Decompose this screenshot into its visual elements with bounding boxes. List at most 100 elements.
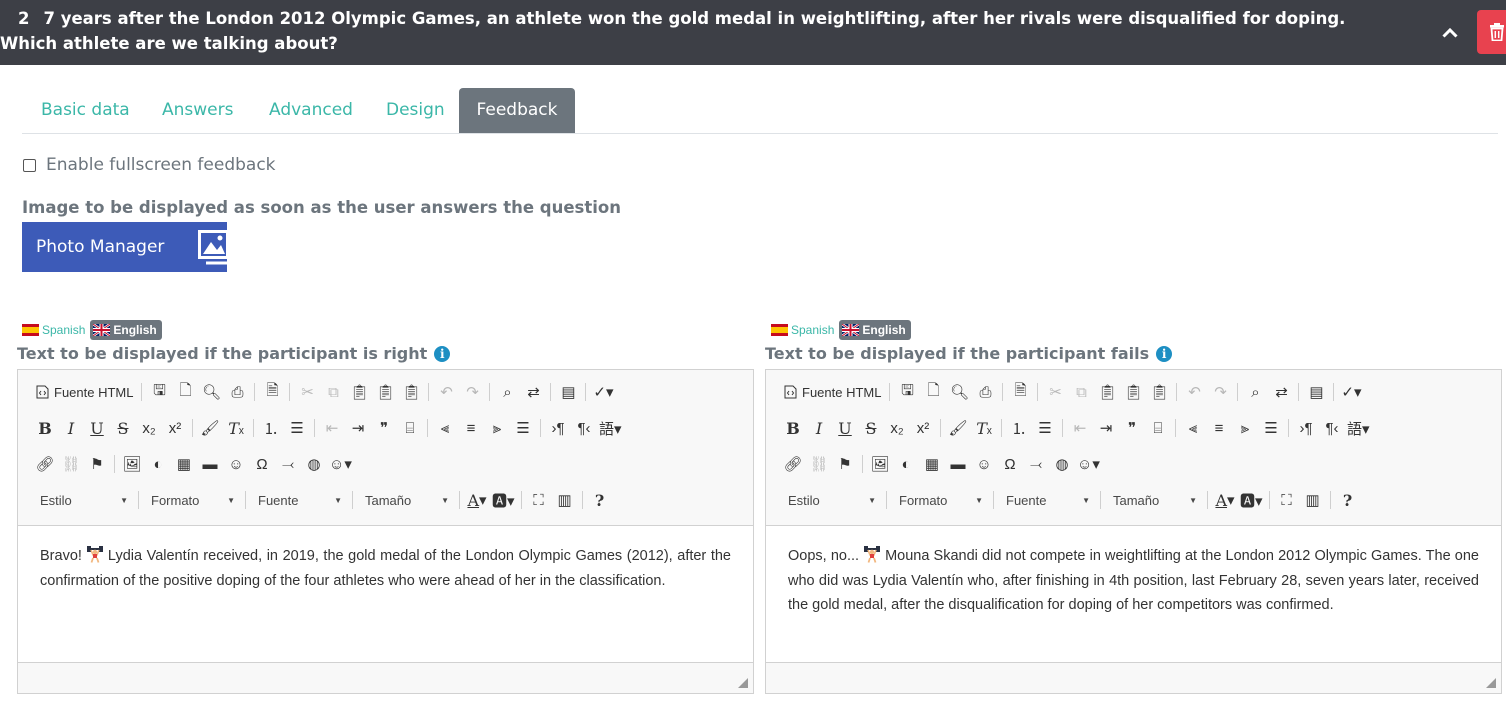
cut-icon[interactable]: ✂ [294,379,320,405]
delete-button[interactable] [1477,10,1506,54]
image-icon[interactable]: 🖼︎ [867,451,893,477]
bulleted-list-icon[interactable]: ☰ [1032,415,1058,441]
lang-english-right[interactable]: English [90,320,162,340]
print-icon[interactable]: ⎙ [972,379,998,405]
photo-manager-button[interactable]: Photo Manager [22,222,233,272]
save-icon[interactable]: 🖫 [146,379,172,405]
info-icon[interactable]: i [434,345,451,362]
flash-icon[interactable]: ◐ [145,451,171,477]
source-html-button[interactable]: Fuente HTML [32,379,137,405]
maximize-icon[interactable]: ⛶ [526,487,552,513]
subscript-icon[interactable]: x₂ [136,415,162,441]
find-icon[interactable]: ⌕ [494,379,520,405]
text-color-icon[interactable]: A ▾ [464,487,490,513]
numbered-list-icon[interactable]: ⒈ [258,415,284,441]
subscript-icon[interactable]: x₂ [884,415,910,441]
templates-icon[interactable]: 🗎 [259,379,285,405]
new-page-icon[interactable]: 🗋 [172,379,198,405]
tab-basic-data[interactable]: Basic data [41,88,130,133]
select-all-icon[interactable]: ▤ [1303,379,1329,405]
anchor-flag-icon[interactable]: ⚑ [832,451,858,477]
paste-icon[interactable]: 📋︎ [346,379,372,405]
outdent-icon[interactable]: ⇤ [1067,415,1093,441]
show-blocks-icon[interactable]: ▥ [1300,487,1326,513]
justify-icon[interactable]: ☰ [510,415,536,441]
indent-icon[interactable]: ⇥ [345,415,371,441]
style-select[interactable]: Estilo ▼ [780,487,882,513]
rtl-icon[interactable]: ¶‹ [1319,415,1345,441]
link-icon[interactable]: 🔗︎ [32,451,58,477]
font-select[interactable]: Fuente ▼ [250,487,348,513]
align-right-icon[interactable]: ⫸ [1232,415,1258,441]
maximize-icon[interactable]: ⛶ [1274,487,1300,513]
collapse-button[interactable] [1432,20,1468,46]
italic-icon[interactable]: I [806,415,832,441]
redo-icon[interactable]: ↷ [459,379,485,405]
horizontal-line-icon[interactable]: ▬ [945,451,971,477]
format-select[interactable]: Formato ▼ [891,487,989,513]
bold-icon[interactable]: B [32,415,58,441]
editor-content[interactable]: Bravo! Lydia Valentín received, in 2019, … [40,544,731,593]
image-icon[interactable]: 🖼︎ [119,451,145,477]
align-left-icon[interactable]: ⫷ [1180,415,1206,441]
table-icon[interactable]: ▦ [171,451,197,477]
background-color-icon[interactable]: 🅰︎▾ [1238,487,1265,513]
indent-icon[interactable]: ⇥ [1093,415,1119,441]
tab-design[interactable]: Design [386,88,445,133]
size-select[interactable]: Tamaño ▼ [357,487,455,513]
select-all-icon[interactable]: ▤ [555,379,581,405]
print-icon[interactable]: ⎙ [224,379,250,405]
cut-icon[interactable]: ✂ [1042,379,1068,405]
replace-icon[interactable]: ⇄ [1268,379,1294,405]
size-select[interactable]: Tamaño ▼ [1105,487,1203,513]
ltr-icon[interactable]: ›¶ [1293,415,1319,441]
text-color-icon[interactable]: A ▾ [1212,487,1238,513]
justify-icon[interactable]: ☰ [1258,415,1284,441]
font-select[interactable]: Fuente ▼ [998,487,1096,513]
strikethrough-icon[interactable]: S [110,415,136,441]
iframe-globe-icon[interactable]: ◍ [301,451,327,477]
replace-icon[interactable]: ⇄ [520,379,546,405]
undo-icon[interactable]: ↶ [1181,379,1207,405]
tab-answers[interactable]: Answers [162,88,233,133]
unlink-icon[interactable]: ⛓ [58,451,84,477]
redo-icon[interactable]: ↷ [1207,379,1233,405]
help-button[interactable]: ? [1335,487,1361,513]
align-left-icon[interactable]: ⫷ [432,415,458,441]
bold-icon[interactable]: B [780,415,806,441]
spellcheck-icon[interactable]: ✓▾ [1338,379,1364,405]
underline-icon[interactable]: U [84,415,110,441]
superscript-icon[interactable]: x² [162,415,188,441]
table-icon[interactable]: ▦ [919,451,945,477]
special-char-icon[interactable]: Ω [997,451,1023,477]
lang-spanish-right[interactable]: Spanish [22,320,85,340]
info-icon[interactable]: i [1156,345,1173,362]
undo-icon[interactable]: ↶ [433,379,459,405]
special-char-icon[interactable]: Ω [249,451,275,477]
align-right-icon[interactable]: ⫸ [484,415,510,441]
blockquote-icon[interactable]: ❞ [371,415,397,441]
source-html-button[interactable]: Fuente HTML [780,379,885,405]
show-blocks-icon[interactable]: ▥ [552,487,578,513]
editor-content[interactable]: Oops, no... Mouna Skandi did not compete … [788,544,1479,618]
emoji-icon[interactable]: ☺▾ [327,451,354,477]
format-select[interactable]: Formato ▼ [143,487,241,513]
copy-icon[interactable]: ⧉ [320,379,346,405]
templates-icon[interactable]: 🗎 [1007,379,1033,405]
copy-format-icon[interactable]: 🖌︎ [945,415,971,441]
paste-text-icon[interactable]: 📋︎ [372,379,398,405]
horizontal-line-icon[interactable]: ▬ [197,451,223,477]
lang-spanish-wrong[interactable]: Spanish [771,320,834,340]
page-break-icon[interactable]: ⤙ [1023,451,1049,477]
remove-format-icon[interactable]: Tₓ [223,415,249,441]
italic-icon[interactable]: I [58,415,84,441]
blockquote-icon[interactable]: ❞ [1119,415,1145,441]
anchor-flag-icon[interactable]: ⚑ [84,451,110,477]
align-center-icon[interactable]: ≡ [458,415,484,441]
paste-word-icon[interactable]: 📋︎ [1146,379,1172,405]
smiley-icon[interactable]: ☺ [223,451,249,477]
smiley-icon[interactable]: ☺ [971,451,997,477]
tab-feedback[interactable]: Feedback [459,88,575,133]
outdent-icon[interactable]: ⇤ [319,415,345,441]
preview-icon[interactable]: 🔍︎ [946,379,972,405]
